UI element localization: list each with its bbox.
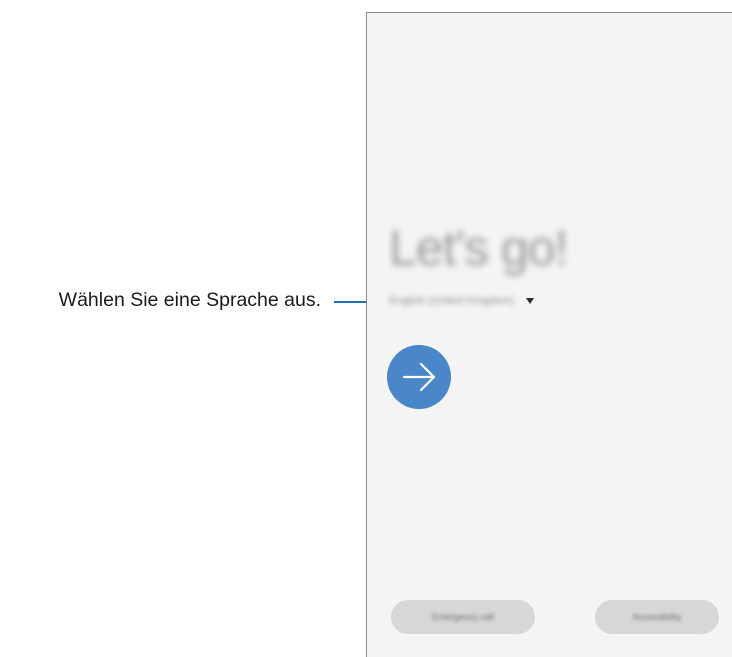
emergency-call-button[interactable]: Emergency call	[391, 600, 535, 634]
emergency-call-label: Emergency call	[432, 612, 494, 622]
welcome-title: Let's go!	[389, 220, 568, 276]
manual-illustration: Wählen Sie eine Sprache aus. Let's go! E…	[0, 0, 732, 657]
language-value: English (United Kingdom)	[389, 295, 514, 307]
phone-screen: Let's go! English (United Kingdom) Emerg…	[366, 12, 732, 657]
accessibility-button[interactable]: Accessibility	[595, 600, 719, 634]
arrow-right-icon	[402, 362, 436, 392]
callout-label: Wählen Sie eine Sprache aus.	[58, 289, 321, 311]
language-selector[interactable]: English (United Kingdom)	[389, 289, 534, 313]
accessibility-label: Accessibility	[632, 612, 682, 622]
dropdown-triangle-icon	[525, 298, 534, 304]
next-button[interactable]	[387, 345, 451, 409]
